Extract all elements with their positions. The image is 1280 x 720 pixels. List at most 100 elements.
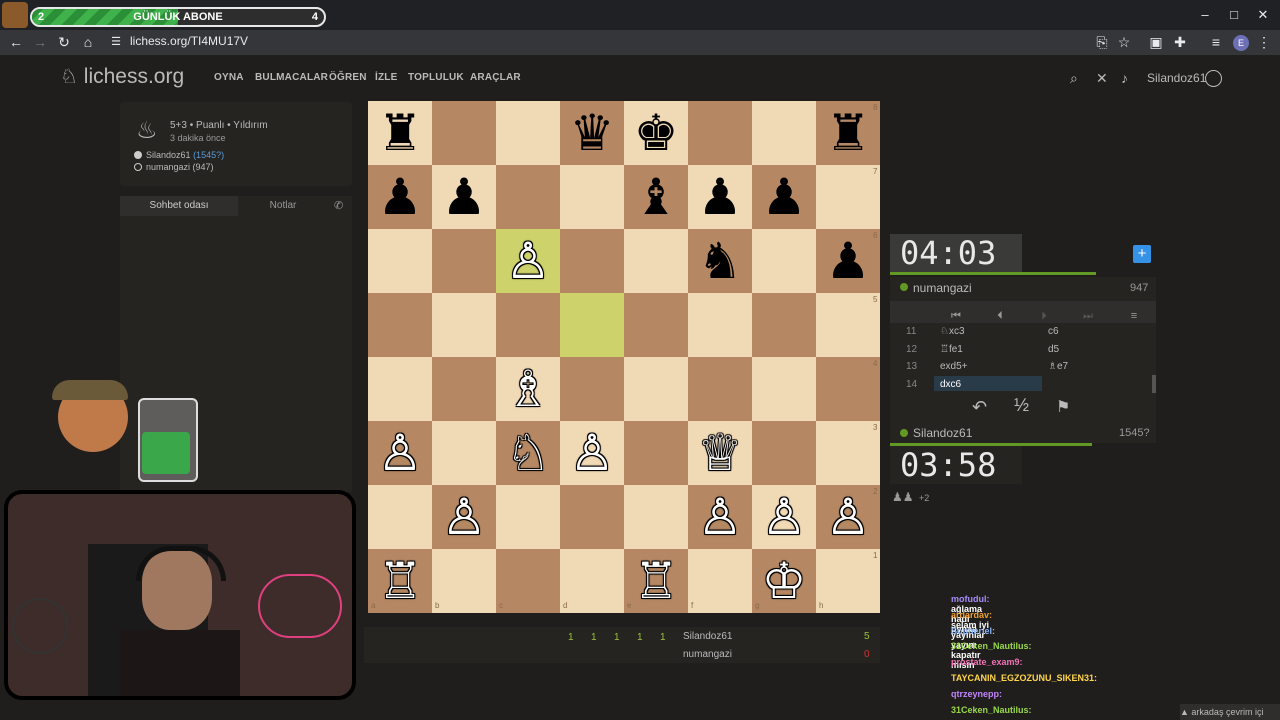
piece-b7[interactable]: ♟ <box>432 165 496 229</box>
square-b5[interactable] <box>432 293 496 357</box>
square-g6[interactable] <box>752 229 816 293</box>
search-icon[interactable]: ⌕ <box>1070 70 1078 87</box>
square-c2[interactable] <box>496 485 560 549</box>
square-c5[interactable] <box>496 293 560 357</box>
square-b6[interactable] <box>432 229 496 293</box>
tab-notes[interactable]: Notlar <box>238 196 328 216</box>
chess-board[interactable]: 8 7 6 5 4 3 2 a b c d e f g 1 h ♜ ♛ ♚ ♜ ♟ ♟ ♝ ♟ ♟ ♙ ♞ ♟ ♗ ♙ ♘ ♙ ♕ ♙ ♙ ♙ ♙ ♖ ♖ ♔ <box>368 101 880 613</box>
draw-offer-icon[interactable]: ½ <box>1014 395 1029 416</box>
square-b3[interactable] <box>432 421 496 485</box>
white-move[interactable]: exd5+ <box>940 361 968 372</box>
square-d4[interactable] <box>560 357 624 421</box>
phone-icon[interactable]: ✆ <box>334 199 343 212</box>
piece-c4[interactable]: ♗ <box>496 357 560 421</box>
piece-g2[interactable]: ♙ <box>752 485 816 549</box>
menu-dots-icon[interactable]: ⋮ <box>1254 32 1274 52</box>
white-move[interactable]: ♖fe1 <box>940 344 963 355</box>
square-d7[interactable] <box>560 165 624 229</box>
square-d1[interactable] <box>560 549 624 613</box>
last-move-icon[interactable]: ⏭ <box>1068 307 1108 325</box>
next-move-icon[interactable]: ⏵ <box>1024 307 1064 325</box>
bookmark-star-icon[interactable]: ☆ <box>1114 32 1134 52</box>
score-white-name[interactable]: Silandoz61 <box>683 631 732 642</box>
piece-g1[interactable]: ♔ <box>752 549 816 613</box>
piece-f7[interactable]: ♟ <box>688 165 752 229</box>
square-h3[interactable] <box>816 421 880 485</box>
white-move[interactable]: ♘xc3 <box>940 326 965 337</box>
square-f8[interactable] <box>688 101 752 165</box>
square-e2[interactable] <box>624 485 688 549</box>
square-c7[interactable] <box>496 165 560 229</box>
square-d2[interactable] <box>560 485 624 549</box>
player-name[interactable]: Silandoz61 <box>913 426 972 440</box>
piece-b2[interactable]: ♙ <box>432 485 496 549</box>
user-avatar-icon[interactable] <box>1205 70 1222 87</box>
nav-tools[interactable]: ARAÇLAR <box>470 72 521 83</box>
nav-play[interactable]: OYNA <box>214 72 244 83</box>
friends-online-bar[interactable]: ▲ arkadaş çevrim içi <box>1180 704 1280 720</box>
piece-h8[interactable]: ♜ <box>816 101 880 165</box>
reload-icon[interactable]: ↻ <box>54 32 74 52</box>
user-menu[interactable]: Silandoz61 <box>1147 71 1206 85</box>
square-c8[interactable] <box>496 101 560 165</box>
square-a5[interactable] <box>368 293 432 357</box>
piece-d3[interactable]: ♙ <box>560 421 624 485</box>
piece-f6[interactable]: ♞ <box>688 229 752 293</box>
piece-g7[interactable]: ♟ <box>752 165 816 229</box>
add-time-button[interactable]: + <box>1133 245 1151 263</box>
square-b1[interactable] <box>432 549 496 613</box>
resign-flag-icon[interactable]: ⚑ <box>1056 397 1070 417</box>
square-d6[interactable] <box>560 229 624 293</box>
back-icon[interactable]: ← <box>6 32 26 52</box>
profile-avatar[interactable]: E <box>1233 35 1249 51</box>
square-h7[interactable] <box>816 165 880 229</box>
minimize-button[interactable]: – <box>1190 6 1220 24</box>
black-move[interactable]: c6 <box>1048 326 1059 337</box>
square-g8[interactable] <box>752 101 816 165</box>
square-f4[interactable] <box>688 357 752 421</box>
piece-e8[interactable]: ♚ <box>624 101 688 165</box>
black-move[interactable]: ♗e7 <box>1048 361 1068 372</box>
chat-username[interactable]: prostate_exam9: <box>951 657 1023 667</box>
extensions-icon[interactable]: ✚ <box>1170 32 1190 52</box>
piece-e1[interactable]: ♖ <box>624 549 688 613</box>
menu-icon[interactable]: ≡ <box>1114 307 1154 325</box>
chat-username[interactable]: mofudul: <box>951 594 990 604</box>
square-h5[interactable] <box>816 293 880 357</box>
maximize-button[interactable]: □ <box>1219 6 1249 24</box>
black-player[interactable]: numangazi (947) <box>146 162 214 172</box>
square-b4[interactable] <box>432 357 496 421</box>
close-icon[interactable]: ✕ <box>1096 70 1108 87</box>
piece-a3[interactable]: ♙ <box>368 421 432 485</box>
square-c1[interactable] <box>496 549 560 613</box>
square-h4[interactable] <box>816 357 880 421</box>
square-d5[interactable] <box>560 293 624 357</box>
piece-a8[interactable]: ♜ <box>368 101 432 165</box>
install-icon[interactable]: ⎘ <box>1092 32 1112 52</box>
tab-chat-room[interactable]: Sohbet odası <box>120 196 238 216</box>
nav-puzzles[interactable]: BULMACALAR <box>255 72 328 83</box>
square-e5[interactable] <box>624 293 688 357</box>
piece-a1[interactable]: ♖ <box>368 549 432 613</box>
square-a6[interactable] <box>368 229 432 293</box>
takeback-icon[interactable]: ↶ <box>972 397 987 418</box>
first-move-icon[interactable]: ⏮ <box>936 307 976 325</box>
square-f1[interactable] <box>688 549 752 613</box>
square-a2[interactable] <box>368 485 432 549</box>
nav-watch[interactable]: İZLE <box>375 72 397 83</box>
piece-c3[interactable]: ♘ <box>496 421 560 485</box>
tab-search-icon[interactable]: ▣ <box>1146 32 1166 52</box>
square-a4[interactable] <box>368 357 432 421</box>
piece-a7[interactable]: ♟ <box>368 165 432 229</box>
piece-f3[interactable]: ♕ <box>688 421 752 485</box>
piece-e7[interactable]: ♝ <box>624 165 688 229</box>
square-f5[interactable] <box>688 293 752 357</box>
move-list-scrollbar[interactable] <box>1152 375 1156 393</box>
chat-username[interactable]: 31Ceken_Nautilus: <box>951 705 1032 715</box>
piece-h6[interactable]: ♟ <box>816 229 880 293</box>
piece-d8[interactable]: ♛ <box>560 101 624 165</box>
score-black-name[interactable]: numangazi <box>683 649 732 660</box>
square-e6[interactable] <box>624 229 688 293</box>
nav-community[interactable]: TOPLULUK <box>408 72 464 83</box>
white-move[interactable]: dxc6 <box>940 379 961 390</box>
